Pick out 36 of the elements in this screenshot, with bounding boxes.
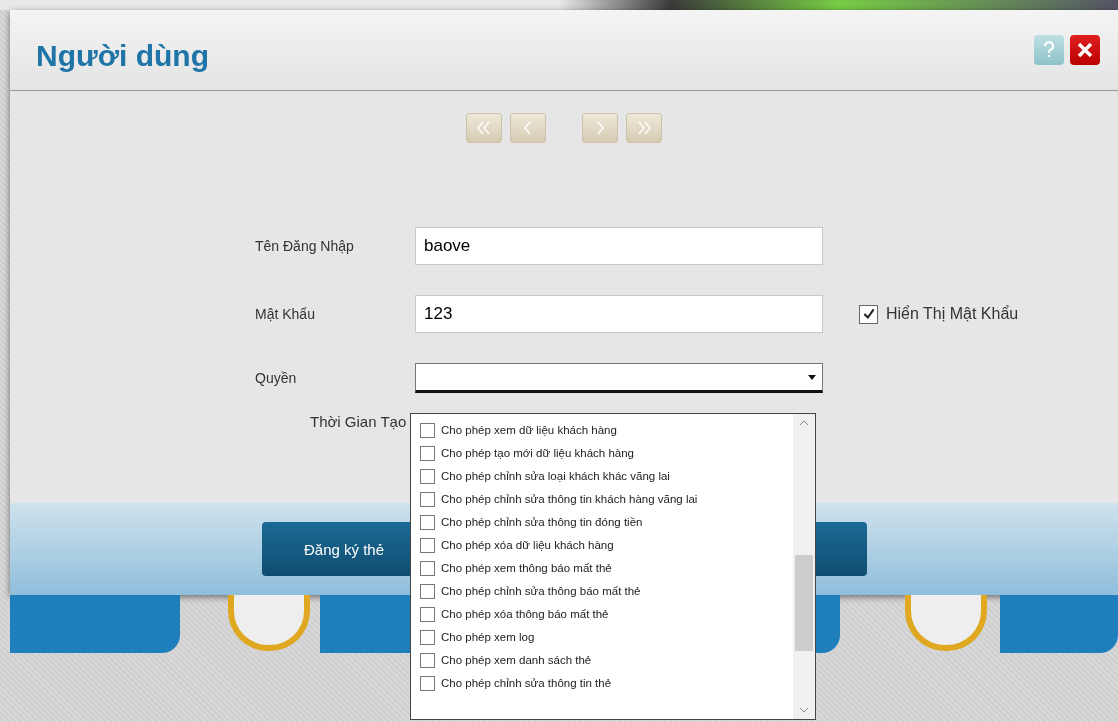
permission-option[interactable]: Cho phép xem danh sách thẻ bbox=[420, 650, 793, 670]
permission-option[interactable]: Cho phép xem log bbox=[420, 627, 793, 647]
first-button[interactable] bbox=[466, 113, 502, 143]
close-icon bbox=[1076, 41, 1094, 59]
permission-option[interactable]: Cho phép chỉnh sửa thông tin đóng tiền bbox=[420, 512, 793, 532]
permission-option[interactable]: Cho phép xóa thông báo mất thẻ bbox=[420, 604, 793, 624]
double-chevron-icon bbox=[635, 120, 653, 136]
permission-option[interactable]: Cho phép xóa dữ liệu khách hàng bbox=[420, 535, 793, 555]
permission-option[interactable]: Cho phép xem dữ liệu khách hàng bbox=[420, 420, 793, 440]
permission-option[interactable]: Cho phép chỉnh sửa loại khách khác vãng lai bbox=[420, 466, 793, 486]
permission-option[interactable]: Cho phép chỉnh sửa thông báo mất thẻ bbox=[420, 581, 793, 601]
permission-option[interactable]: Cho phép tạo mới dữ liệu khách hàng bbox=[420, 443, 793, 463]
dropdown-arrow-icon bbox=[808, 374, 816, 380]
field-label: Quyền bbox=[255, 370, 298, 386]
text-field[interactable]: baove bbox=[415, 227, 823, 265]
help-button[interactable] bbox=[1034, 35, 1064, 65]
question-mark-icon bbox=[1043, 41, 1055, 59]
close-button[interactable] bbox=[1070, 35, 1100, 65]
show-password-checkbox[interactable]: Hiển Thị Mật Khẩu bbox=[859, 304, 1118, 324]
field-label: Tên Đăng Nhập bbox=[255, 238, 355, 254]
previous-button[interactable] bbox=[510, 113, 546, 143]
permission-dropdown[interactable] bbox=[415, 363, 823, 393]
text-field[interactable]: 123 bbox=[415, 295, 823, 333]
permission-option[interactable]: Cho phép chỉnh sửa thông tin khách hàng vãng lai bbox=[420, 489, 793, 509]
scroll-up-icon[interactable] bbox=[800, 420, 808, 425]
checkbox-box bbox=[859, 304, 878, 324]
permission-option[interactable]: Cho phép chỉnh sửa thông tin thẻ bbox=[420, 673, 793, 693]
field-label: Mật Khẩu bbox=[255, 306, 316, 322]
permission-option[interactable]: Cho phép xem thông báo mất thẻ bbox=[420, 558, 793, 578]
scrollbar[interactable] bbox=[793, 414, 815, 719]
last-button[interactable] bbox=[626, 113, 662, 143]
next-button[interactable] bbox=[582, 113, 618, 143]
window-title: Người dùng bbox=[36, 39, 209, 73]
double-chevron-icon bbox=[475, 120, 493, 136]
field-label: Thời Gian Tạo bbox=[310, 413, 407, 430]
scroll-down-icon[interactable] bbox=[800, 708, 808, 713]
